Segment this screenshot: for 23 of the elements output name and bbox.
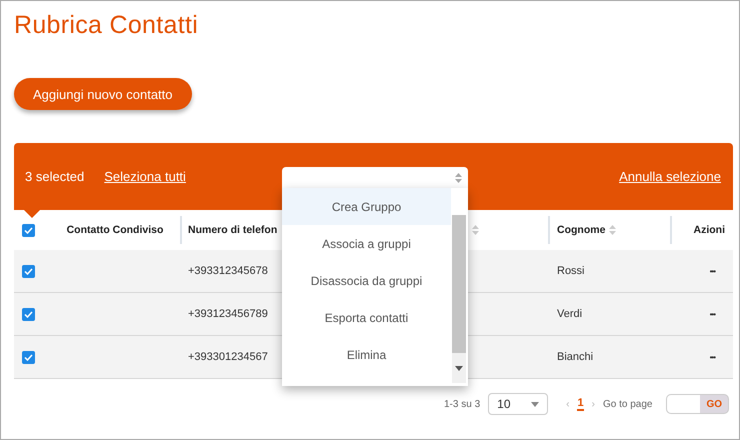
table-cell: Rossi [557,265,585,277]
page-title: Rubrica Contatti [14,11,198,40]
table-cell: Verdi [557,308,582,320]
more-actions-button[interactable]: ••• [710,310,715,318]
go-to-page-label: Go to page [602,398,652,410]
selected-count: 3 selected [25,169,84,184]
table-cell: Bianchi [557,351,594,363]
page-size-select[interactable]: 10 [488,393,548,415]
column-header: Contatto Condiviso [66,224,164,236]
select-all-link[interactable]: Seleziona tutti [104,169,186,184]
more-actions-button[interactable]: ••• [710,266,715,276]
result-range: 1-3 su 3 [444,398,480,410]
column-header: Azioni [694,224,725,236]
column-header: Cognome [557,224,606,236]
page-number[interactable]: 1 [577,397,584,411]
table-cell: +393123456789 [188,308,268,320]
clear-selection-link[interactable]: Annulla selezione [619,169,721,184]
menu-item[interactable]: Crea Gruppo [282,188,451,225]
more-actions-button[interactable]: ••• [710,352,715,362]
table-cell: +393312345678 [188,265,268,277]
table-cell: +393301234567 [188,351,268,363]
column-header: Numero di telefon [188,224,278,236]
add-contact-button[interactable]: Aggiungi nuovo contatto [14,78,192,110]
